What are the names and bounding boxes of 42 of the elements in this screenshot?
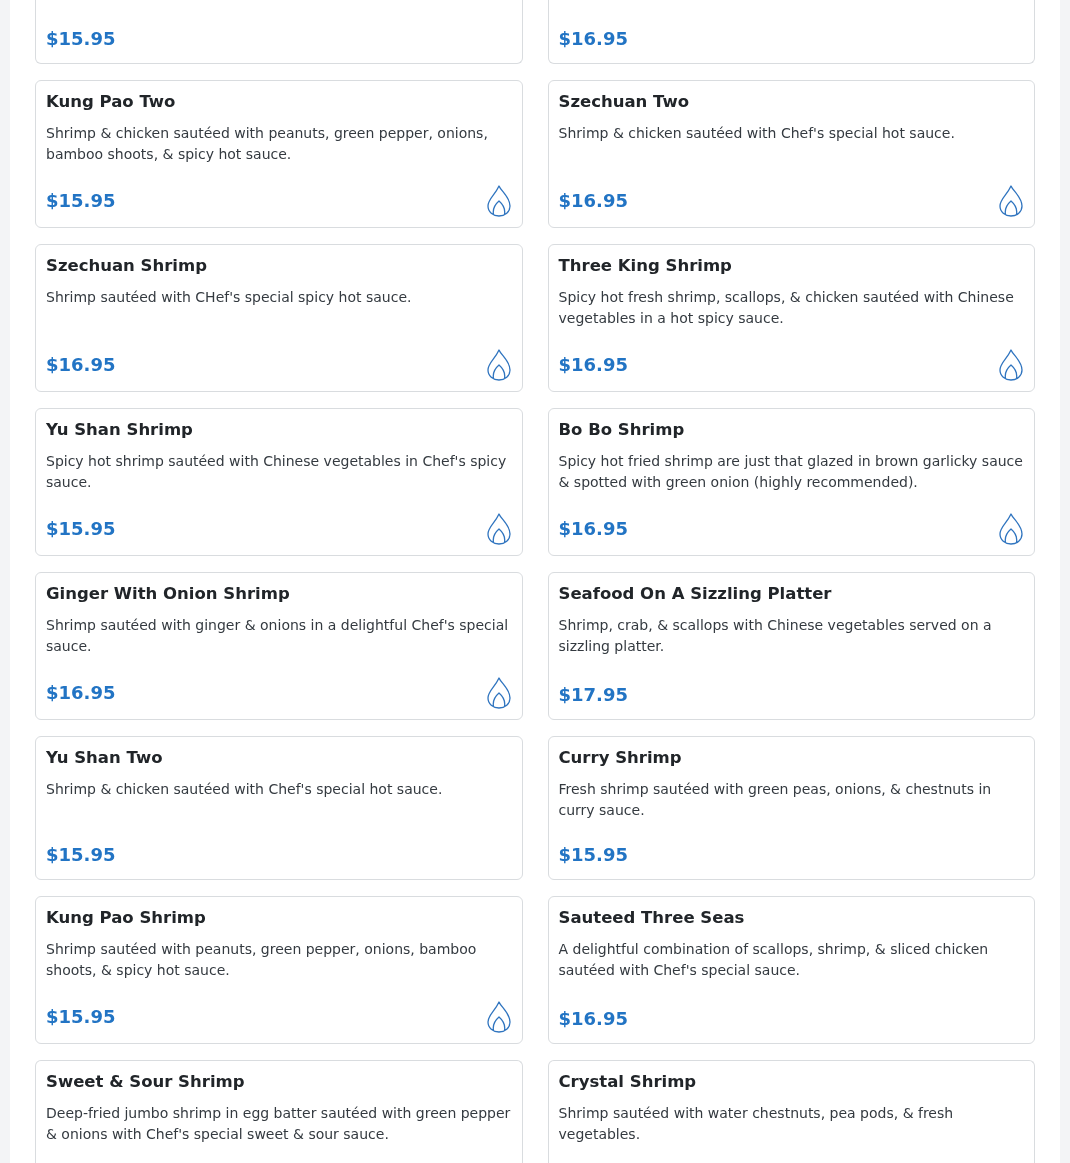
price: $15.95 (558, 843, 628, 867)
dish-name: Curry Shrimp (558, 747, 683, 769)
price: $16.95 (558, 189, 628, 213)
dish-description: Fresh shrimp sautéed with green peas, onions, & chestnuts in curry sauce. (558, 780, 993, 820)
dish-description: Shrimp & chicken sautéed with Chef's special hot sauce. (46, 780, 444, 799)
dish-name: Szechuan Two (558, 91, 691, 113)
dish-description: Deep-fried jumbo shrimp in egg batter sautéed with green pepper & onions with Chef's special sweet & sour sauce. (46, 1104, 512, 1144)
dish-description: Shrimp & chicken sautéed with peanuts, green pepper, onions, bamboo shoots, & spicy hot sauce. (46, 124, 489, 164)
price: $16.95 (558, 27, 628, 51)
dish-description: A delightful combination of scallops, shrimp, & sliced chicken sautéed with Chef's special sauce. (558, 940, 990, 980)
price: $16.95 (558, 1007, 628, 1031)
dish-name: Kung Pao Shrimp (46, 907, 207, 929)
dish-description: Spicy hot fresh shrimp, scallops, & chicken sautéed with Chinese vegetables in a hot spicy sauce. (558, 288, 1015, 328)
dish-description: Spicy hot fried shrimp are just that glazed in brown garlicky sauce & spotted with green onion (highly recommended). (558, 452, 1024, 492)
dish-name: Yu Shan Two (46, 747, 164, 769)
dish-name: Sweet & Sour Shrimp (46, 1071, 246, 1093)
dish-description: Spicy hot shrimp sautéed with Chinese vegetables in Chef's spicy sauce. (46, 452, 508, 492)
dish-name: Kung Pao Two (46, 91, 177, 113)
price: $15.95 (46, 1005, 116, 1029)
dish-description: Shrimp sautéed with CHef's special spicy hot sauce. (46, 288, 413, 307)
dish-description: Shrimp sautéed with ginger & onions in a delightful Chef's special sauce. (46, 616, 510, 656)
dish-name: Three King Shrimp (558, 255, 733, 277)
price: $16.95 (46, 681, 116, 705)
dish-name: Crystal Shrimp (558, 1071, 698, 1093)
price: $15.95 (46, 27, 116, 51)
price: $16.95 (46, 353, 116, 377)
price: $15.95 (46, 843, 116, 867)
dish-name: Yu Shan Shrimp (46, 419, 194, 441)
price: $15.95 (46, 517, 116, 541)
dish-description: Shrimp sautéed with water chestnuts, pea pods, & fresh vegetables. (558, 1104, 955, 1144)
dish-name: Ginger With Onion Shrimp (46, 583, 291, 605)
dish-name: Szechuan Shrimp (46, 255, 208, 277)
dish-description: Shrimp & chicken sautéed with Chef's special hot sauce. (558, 124, 956, 143)
dish-description: Shrimp sautéed with peanuts, green pepper, onions, bamboo shoots, & spicy hot sauce. (46, 940, 478, 980)
dish-name: Bo Bo Shrimp (558, 419, 686, 441)
price: $17.95 (558, 683, 628, 707)
dish-name: Seafood On A Sizzling Platter (558, 583, 833, 605)
price: $15.95 (46, 189, 116, 213)
dish-name: Sauteed Three Seas (558, 907, 746, 929)
price: $16.95 (558, 517, 628, 541)
dish-description: Shrimp, crab, & scallops with Chinese vegetables served on a sizzling platter. (558, 616, 993, 656)
price: $16.95 (558, 353, 628, 377)
